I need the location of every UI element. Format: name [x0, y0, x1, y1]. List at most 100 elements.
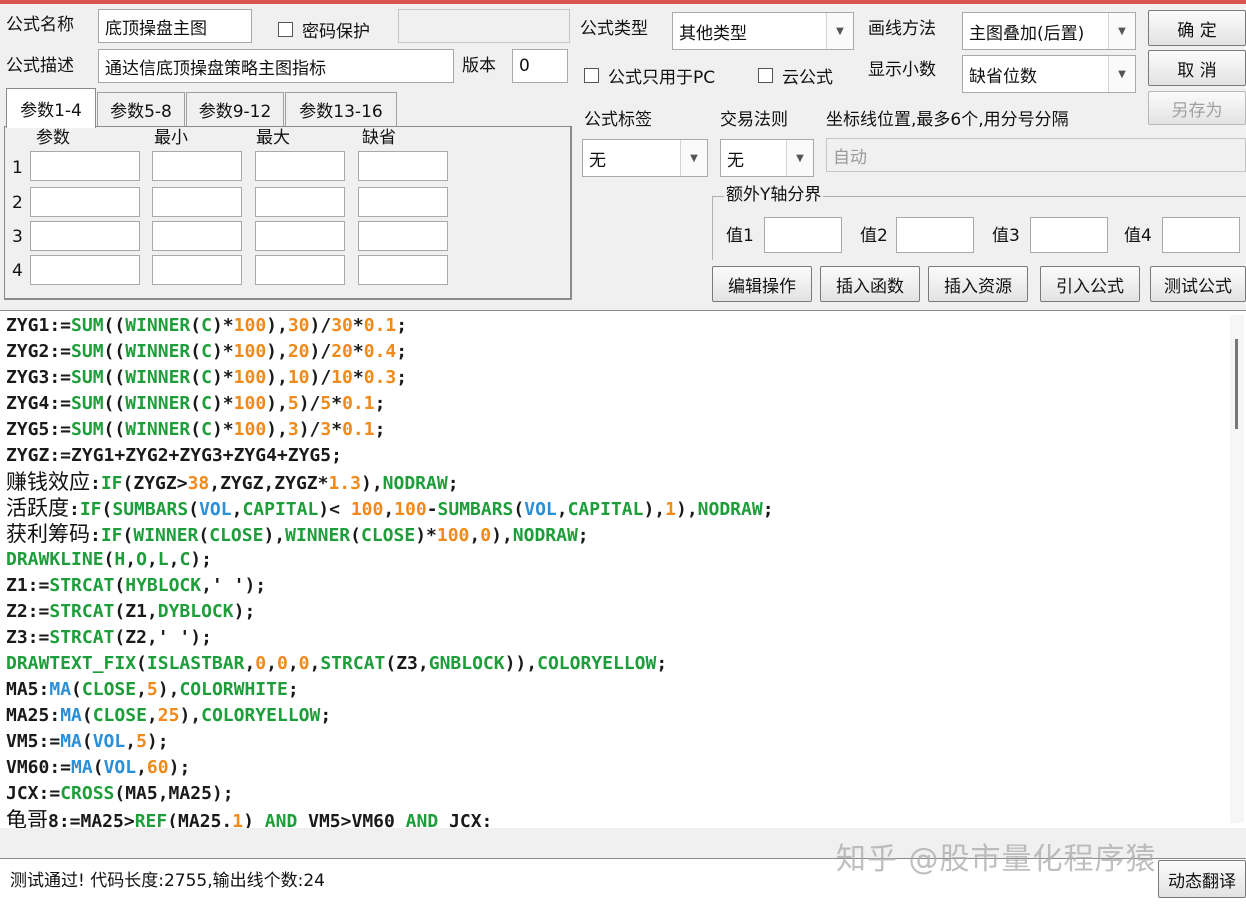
formula-tag-select[interactable]: 无 ▼	[582, 139, 708, 177]
y-value-4-input[interactable]	[1162, 217, 1240, 253]
code-token: 10	[331, 367, 353, 388]
y-value-2-input[interactable]	[896, 217, 974, 253]
chevron-down-icon[interactable]: ▼	[1108, 13, 1135, 49]
import-formula-button[interactable]: 引入公式	[1040, 266, 1140, 302]
chevron-down-icon[interactable]: ▼	[680, 140, 707, 176]
code-token: 0.4	[363, 341, 397, 362]
code-line[interactable]: MA25:MA(CLOSE,25),COLORYELLOW;	[6, 703, 331, 729]
code-line[interactable]: DRAWKLINE(H,O,L,C);	[6, 547, 212, 573]
param-4-default[interactable]	[358, 255, 448, 285]
code-token: (Z1,	[114, 601, 158, 622]
param-2-default[interactable]	[358, 187, 448, 217]
y-value-3-label: 值3	[992, 226, 1020, 246]
code-line[interactable]: Z1:=STRCAT(HYBLOCK,' ');	[6, 573, 266, 599]
code-token: :	[90, 525, 101, 546]
param-4-name[interactable]	[30, 255, 140, 285]
code-token: 0	[276, 653, 288, 674]
ok-button[interactable]: 确 定	[1148, 10, 1246, 46]
code-token: C	[201, 315, 212, 336]
draw-method-select[interactable]: 主图叠加(后置) ▼	[962, 12, 1136, 50]
code-token: 活跃度	[6, 496, 69, 520]
code-token: WINNER	[125, 367, 191, 388]
code-line[interactable]: JCX:=CROSS(MA5,MA25);	[6, 781, 234, 807]
insert-function-button[interactable]: 插入函数	[820, 266, 920, 302]
param-2-min[interactable]	[152, 187, 242, 217]
code-token: ,	[231, 499, 243, 520]
password-checkbox-box[interactable]	[278, 22, 293, 37]
code-line[interactable]: 赚钱效应:IF(ZYGZ>38,ZYGZ,ZYGZ*1.3),NODRAW;	[6, 469, 459, 495]
param-3-max[interactable]	[255, 221, 345, 251]
param-1-max[interactable]	[255, 151, 345, 181]
chevron-down-icon[interactable]: ▼	[1108, 56, 1135, 92]
code-line[interactable]: DRAWTEXT_FIX(ISLASTBAR,0,0,0,STRCAT(Z3,G…	[6, 651, 667, 677]
code-line[interactable]: ZYG4:=SUM((WINNER(C)*100),5)/5*0.1;	[6, 391, 385, 417]
formula-name-input[interactable]: 底顶操盘主图	[98, 9, 252, 43]
code-line[interactable]: 龟哥8:=MA25>REF(MA25.1) AND VM5>VM60 AND J…	[6, 807, 492, 828]
param-2-max[interactable]	[255, 187, 345, 217]
code-token: ,	[125, 731, 137, 752]
param-header-name: 参数	[36, 128, 70, 148]
param-4-min[interactable]	[152, 255, 242, 285]
param-1-min[interactable]	[152, 151, 242, 181]
dynamic-translate-button[interactable]: 动态翻译	[1158, 860, 1246, 898]
cancel-button[interactable]: 取 消	[1148, 50, 1246, 86]
code-line[interactable]: Z3:=STRCAT(Z2,' ');	[6, 625, 212, 651]
code-token: 5	[136, 731, 147, 752]
code-line[interactable]: ZYG5:=SUM((WINNER(C)*100),3)/3*0.1;	[6, 417, 385, 443]
cloud-checkbox-box[interactable]	[758, 68, 773, 83]
tab-params-1-4[interactable]: 参数1-4	[6, 88, 96, 128]
code-editor[interactable]: ZYG1:=SUM((WINNER(C)*100),30)/30*0.1; ZYG…	[0, 310, 1246, 828]
editor-scrollbar[interactable]	[1230, 315, 1244, 823]
code-line[interactable]: Z2:=STRCAT(Z1,DYBLOCK);	[6, 599, 255, 625]
code-line[interactable]: 获利筹码:IF(WINNER(CLOSE),WINNER(CLOSE)*100,…	[6, 521, 589, 547]
code-token: MA	[49, 679, 72, 700]
param-4-max[interactable]	[255, 255, 345, 285]
code-line[interactable]: ZYG3:=SUM((WINNER(C)*100),10)/10*0.3;	[6, 365, 407, 391]
save-as-button[interactable]: 另存为	[1148, 91, 1246, 125]
scrollbar-thumb[interactable]	[1235, 339, 1238, 429]
param-3-min[interactable]	[152, 221, 242, 251]
formula-type-select[interactable]: 其他类型 ▼	[672, 12, 854, 50]
test-formula-button[interactable]: 测试公式	[1150, 266, 1246, 302]
trade-rule-select[interactable]: 无 ▼	[720, 139, 814, 177]
pc-only-checkbox-box[interactable]	[584, 68, 599, 83]
param-1-default[interactable]	[358, 151, 448, 181]
param-1-name[interactable]	[30, 151, 140, 181]
code-line[interactable]: MA5:MA(CLOSE,5),COLORWHITE;	[6, 677, 299, 703]
chevron-down-icon[interactable]: ▼	[786, 140, 813, 176]
code-line[interactable]: ZYG1:=SUM((WINNER(C)*100),30)/30*0.1;	[6, 313, 407, 339]
param-3-default[interactable]	[358, 221, 448, 251]
code-token: ;	[396, 367, 408, 388]
edit-operations-button[interactable]: 编辑操作	[712, 266, 812, 302]
code-line[interactable]: ZYG2:=SUM((WINNER(C)*100),20)/20*0.4;	[6, 339, 407, 365]
code-token: SUM	[71, 393, 104, 414]
decimals-label: 显示小数	[868, 60, 936, 80]
insert-resource-button[interactable]: 插入资源	[928, 266, 1028, 302]
code-token: );	[190, 549, 212, 570]
code-line[interactable]: VM60:=MA(VOL,60);	[6, 755, 190, 781]
tab-params-13-16[interactable]: 参数13-16	[285, 92, 397, 126]
pc-only-checkbox[interactable]: 公式只用于PC	[584, 63, 715, 88]
tab-params-5-8[interactable]: 参数5-8	[97, 92, 185, 126]
version-input[interactable]: 0	[512, 49, 568, 83]
code-line[interactable]: VM5:=MA(VOL,5);	[6, 729, 169, 755]
tab-params-9-12[interactable]: 参数9-12	[186, 92, 284, 126]
y-value-3-input[interactable]	[1030, 217, 1108, 253]
code-token: 0.1	[363, 315, 397, 336]
code-line[interactable]: ZYGZ:=ZYG1+ZYG2+ZYG3+ZYG4+ZYG5;	[6, 443, 342, 469]
formula-desc-input[interactable]: 通达信底顶操盘策略主图指标	[98, 49, 454, 83]
chevron-down-icon[interactable]: ▼	[826, 13, 853, 49]
y-value-1-input[interactable]	[764, 217, 842, 253]
code-line[interactable]: 活跃度:IF(SUMBARS(VOL,CAPITAL)< 100,100-SUM…	[6, 495, 774, 521]
param-3-name[interactable]	[30, 221, 140, 251]
password-checkbox[interactable]: 密码保护	[278, 17, 370, 42]
code-token: CAPITAL	[567, 499, 644, 520]
cloud-checkbox[interactable]: 云公式	[758, 63, 833, 88]
code-token: 100	[233, 393, 267, 414]
param-2-name[interactable]	[30, 187, 140, 217]
code-token: SUM	[71, 419, 104, 440]
decimals-select[interactable]: 缺省位数 ▼	[962, 55, 1136, 93]
code-token: 100	[233, 367, 267, 388]
code-token: JCX:=	[6, 783, 61, 804]
code-token: (	[114, 575, 126, 596]
